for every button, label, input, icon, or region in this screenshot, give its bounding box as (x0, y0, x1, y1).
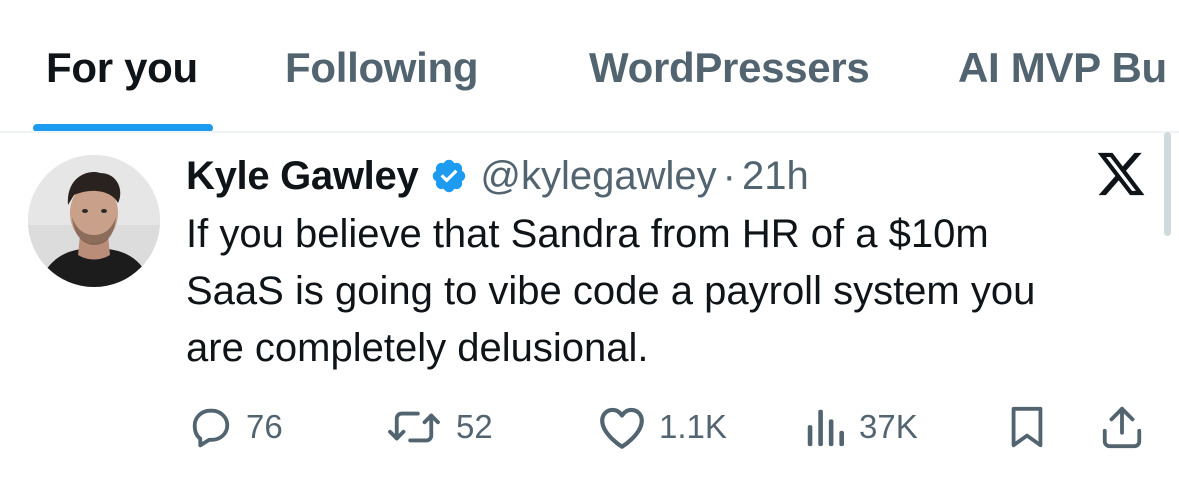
heart-icon (600, 407, 644, 449)
analytics-icon (807, 409, 844, 447)
avatar[interactable] (28, 155, 160, 287)
reply-icon (192, 408, 230, 448)
tweet-timestamp[interactable]: 21h (742, 154, 809, 199)
profile-photo (28, 155, 160, 287)
like-button[interactable]: 1.1K (597, 402, 727, 452)
timeline-tabs: For you Following WordPressers AI MVP Bu (0, 0, 1179, 133)
like-count: 1.1K (659, 408, 727, 445)
tab-wordpressers[interactable]: WordPressers (589, 44, 870, 92)
reply-button[interactable]: 76 (188, 402, 283, 452)
active-tab-indicator (33, 124, 213, 131)
separator-dot: · (722, 153, 736, 198)
tweet-text: If you believe that Sandra from HR of a … (186, 212, 1036, 370)
tab-for-you[interactable]: For you (46, 44, 198, 92)
bookmark-icon (1011, 406, 1043, 448)
view-count: 37K (859, 408, 918, 445)
author-name[interactable]: Kyle Gawley (186, 154, 419, 199)
bookmark-button[interactable] (1006, 402, 1048, 452)
x-logo-icon (1097, 152, 1145, 196)
repost-count: 52 (456, 408, 493, 445)
views-button[interactable]: 37K (803, 402, 918, 452)
tab-ai-mvp-builders[interactable]: AI MVP Bu (958, 44, 1167, 92)
repost-icon (388, 411, 440, 443)
scrollbar[interactable] (1164, 132, 1171, 236)
verified-badge-icon[interactable] (430, 157, 468, 195)
author-handle[interactable]: @kylegawley (480, 154, 716, 199)
tweet-header: Kyle Gawley @kylegawley · 21h (186, 152, 809, 200)
repost-button[interactable]: 52 (384, 402, 493, 452)
share-icon (1102, 406, 1142, 449)
reply-count: 76 (246, 408, 283, 445)
tab-following[interactable]: Following (285, 44, 479, 92)
share-button[interactable] (1100, 402, 1144, 452)
